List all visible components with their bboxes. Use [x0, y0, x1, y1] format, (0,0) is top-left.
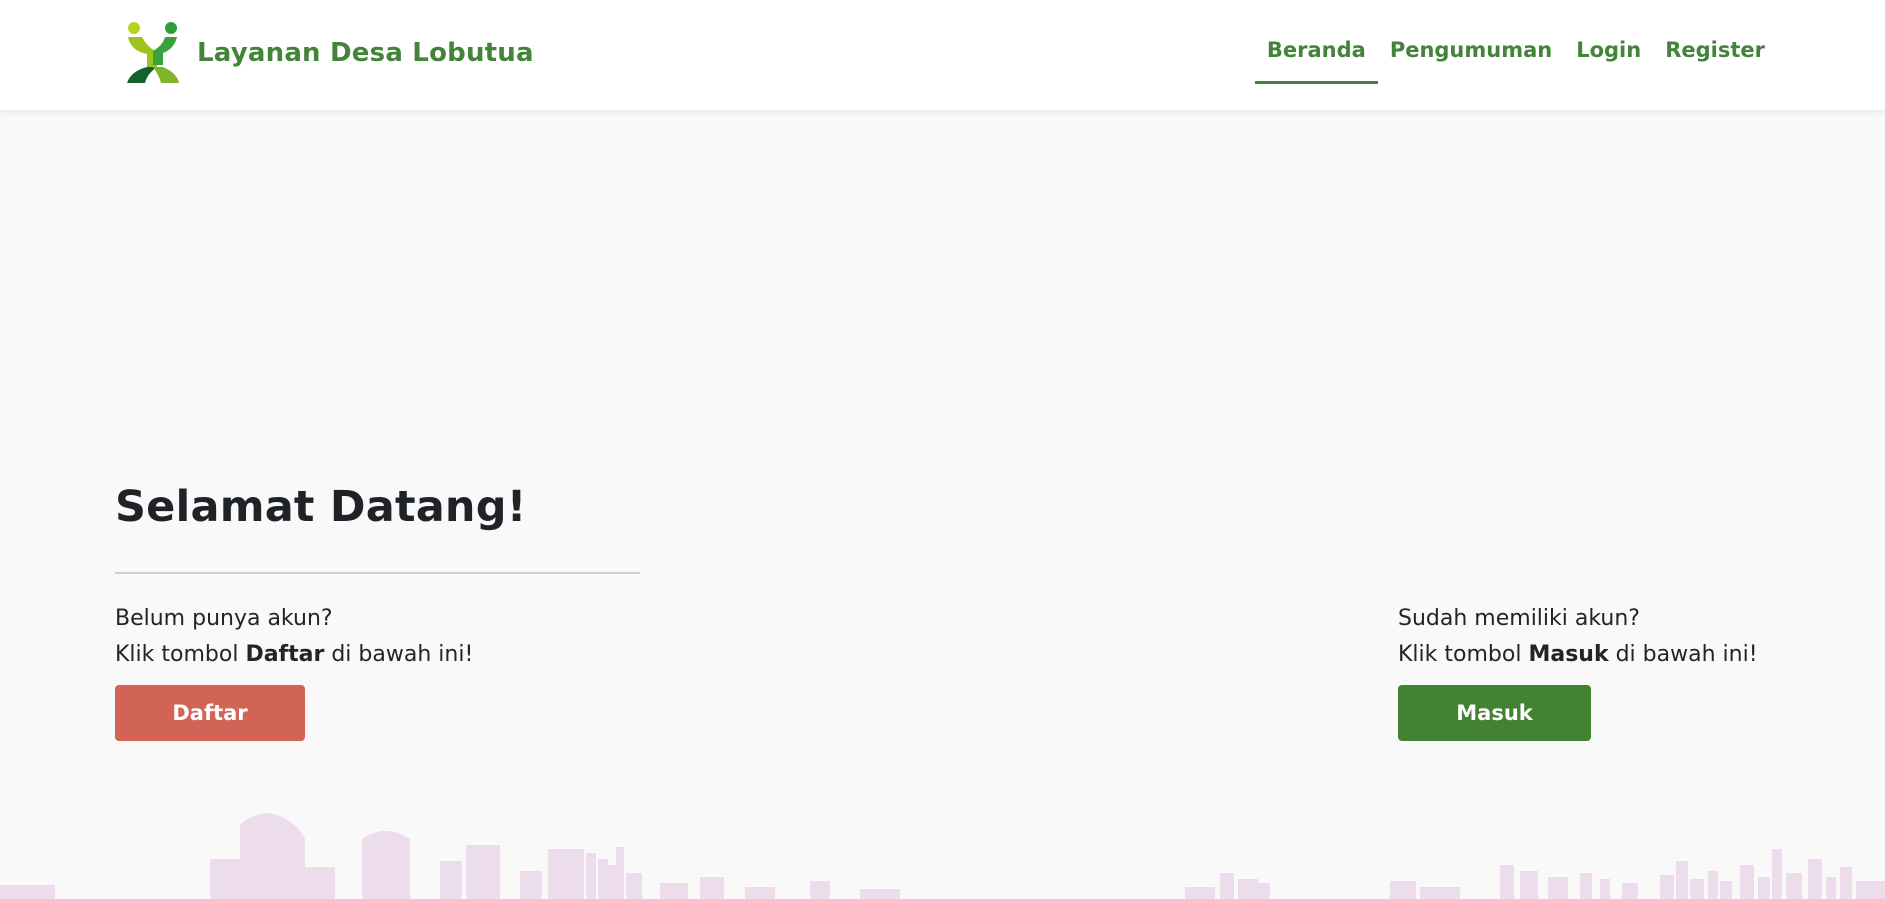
- login-instruction-prefix: Klik tombol: [1398, 642, 1522, 667]
- register-instruction: Klik tombol Daftar di bawah ini!: [115, 642, 473, 667]
- login-instruction: Klik tombol Masuk di bawah ini!: [1398, 642, 1758, 667]
- login-instruction-bold: Masuk: [1528, 642, 1609, 667]
- hero-section: Selamat Datang! Belum punya akun? Klik t…: [0, 110, 1885, 899]
- nav-link-beranda[interactable]: Beranda: [1254, 28, 1378, 84]
- register-button[interactable]: Daftar: [115, 685, 305, 741]
- nav-link-register[interactable]: Register: [1653, 28, 1777, 84]
- nav-link-login[interactable]: Login: [1564, 28, 1653, 84]
- brand-name: Layanan Desa Lobutua: [197, 38, 534, 68]
- nav-link-pengumuman[interactable]: Pengumuman: [1378, 28, 1564, 84]
- login-question: Sudah memiliki akun?: [1398, 606, 1640, 631]
- register-instruction-prefix: Klik tombol: [115, 642, 239, 667]
- register-instruction-bold: Daftar: [245, 642, 325, 667]
- main-nav: Beranda Pengumuman Login Register: [1254, 28, 1777, 84]
- city-skyline-illustration: [0, 813, 1885, 899]
- title-divider: [115, 572, 640, 574]
- register-instruction-suffix: di bawah ini!: [331, 642, 474, 667]
- navbar: Layanan Desa Lobutua Beranda Pengumuman …: [0, 0, 1885, 110]
- login-instruction-suffix: di bawah ini!: [1615, 642, 1758, 667]
- brand-link[interactable]: Layanan Desa Lobutua: [125, 21, 534, 85]
- login-button[interactable]: Masuk: [1398, 685, 1591, 741]
- register-question: Belum punya akun?: [115, 606, 333, 631]
- brand-logo-icon: [127, 22, 179, 83]
- page-title: Selamat Datang!: [115, 482, 527, 532]
